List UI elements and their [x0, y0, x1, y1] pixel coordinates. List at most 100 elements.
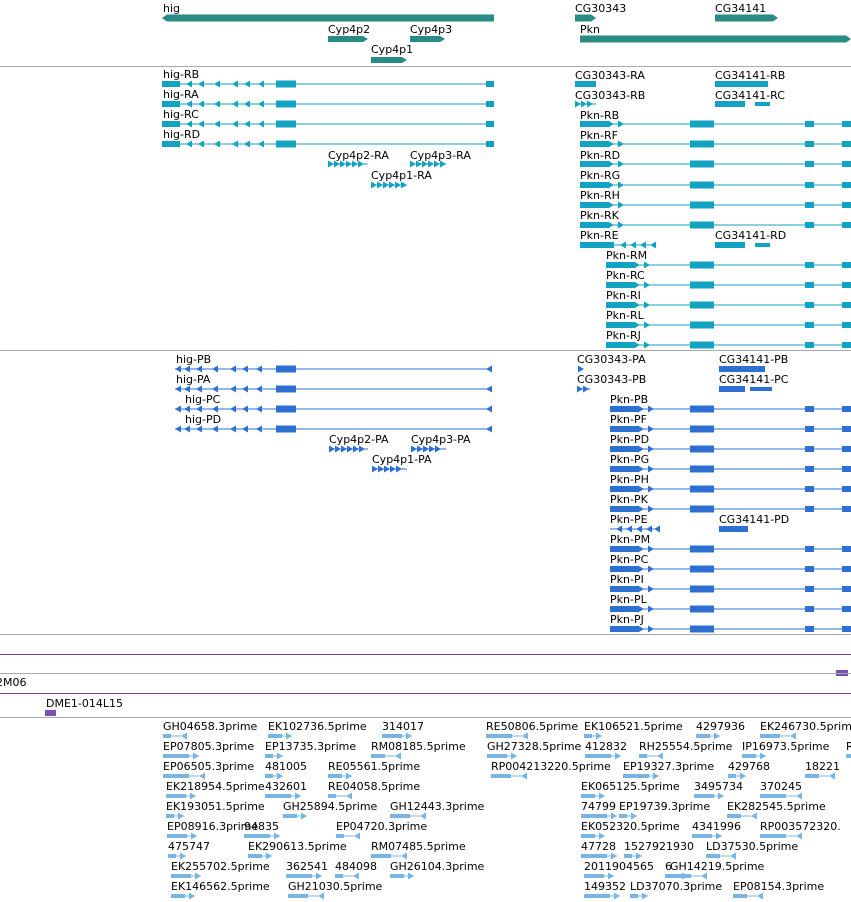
transcript-label[interactable]: Pkn-RB	[580, 109, 619, 122]
est-label[interactable]: GH26104.3prime	[390, 860, 484, 873]
est-label[interactable]: GH25894.5prime	[283, 800, 377, 813]
protein-label[interactable]: CG30343-PB	[577, 373, 646, 386]
est-label[interactable]: RM08185.5prime	[371, 740, 466, 753]
protein-label[interactable]: Cyp4p2-PA	[329, 433, 389, 446]
transcript-label[interactable]: hig-RD	[163, 128, 200, 141]
est-label[interactable]: EK255702.5prime	[171, 860, 270, 873]
transcript-label[interactable]: Pkn-RC	[606, 269, 645, 282]
transcript-label[interactable]: Pkn-RF	[580, 129, 618, 142]
protein-label[interactable]: Pkn-PL	[610, 593, 647, 606]
transcript-label[interactable]: Pkn-RG	[580, 169, 620, 182]
est-label[interactable]: 475747	[168, 840, 210, 853]
est-label[interactable]: LD37530.5prime	[706, 840, 798, 853]
gene-label[interactable]: Pkn	[580, 23, 600, 36]
protein-label[interactable]: hig-PA	[176, 373, 210, 386]
est-label[interactable]: GH04658.3prime	[163, 720, 257, 733]
est-label[interactable]: 3495734	[694, 780, 743, 793]
transcript-label[interactable]: CG34141-RB	[715, 69, 785, 82]
est-label[interactable]: 94835	[244, 820, 279, 833]
est-label[interactable]: 429768	[728, 760, 770, 773]
est-label[interactable]: GH27328.5prime	[487, 740, 581, 753]
clone-label[interactable]: DME1-014L15	[46, 697, 123, 710]
transcript-label[interactable]: Pkn-RD	[580, 149, 620, 162]
gene-label[interactable]: Cyp4p1	[371, 43, 413, 56]
protein-label[interactable]: Cyp4p3-PA	[411, 433, 471, 446]
transcript-label[interactable]: CG30343-RB	[575, 89, 645, 102]
protein-label[interactable]: Cyp4p1-PA	[372, 453, 432, 466]
protein-label[interactable]: CG34141-PC	[719, 373, 788, 386]
est-label[interactable]: RP003572320.	[760, 820, 841, 833]
protein-label[interactable]: CG34141-PB	[719, 353, 788, 366]
transcript-label[interactable]: Cyp4p2-RA	[328, 149, 389, 162]
protein-label[interactable]: Pkn-PB	[610, 393, 648, 406]
est-label[interactable]: 481005	[265, 760, 307, 773]
gene-label[interactable]: Cyp4p3	[410, 23, 452, 36]
est-label[interactable]: RM07485.5prime	[371, 840, 466, 853]
est-label[interactable]: EK065125.5prime	[581, 780, 680, 793]
protein-label[interactable]: hig-PC	[185, 393, 220, 406]
est-label[interactable]: 432601	[265, 780, 307, 793]
protein-label[interactable]: Pkn-PE	[610, 513, 648, 526]
gene-label[interactable]: Cyp4p2	[328, 23, 370, 36]
protein-label[interactable]: hig-PB	[176, 353, 211, 366]
est-label[interactable]: EK102736.5prime	[268, 720, 367, 733]
protein-label[interactable]: Pkn-PI	[610, 573, 644, 586]
transcript-label[interactable]: Pkn-RE	[580, 229, 619, 242]
transcript-label[interactable]: Cyp4p1-RA	[371, 169, 432, 182]
est-label[interactable]: 412832	[585, 740, 627, 753]
gene-label[interactable]: CG30343	[575, 2, 626, 15]
est-label[interactable]: 2011904565	[584, 860, 654, 873]
protein-label[interactable]: Pkn-PC	[610, 553, 648, 566]
transcript-label[interactable]: Pkn-RI	[606, 289, 641, 302]
protein-label[interactable]: Pkn-PM	[610, 533, 650, 546]
transcript-label[interactable]: Pkn-RK	[580, 209, 619, 222]
est-label[interactable]: 484098	[335, 860, 377, 873]
transcript-label[interactable]: Pkn-RH	[580, 189, 620, 202]
transcript-label[interactable]: hig-RC	[163, 108, 199, 121]
protein-label[interactable]: CG34141-PD	[719, 513, 789, 526]
est-label[interactable]: 4341996	[692, 820, 741, 833]
est-label[interactable]: EP19739.3prime	[619, 800, 710, 813]
est-label[interactable]: RH25554.5prime	[639, 740, 732, 753]
transcript-label[interactable]: Cyp4p3-RA	[410, 149, 471, 162]
est-label[interactable]: EP04720.3prime	[336, 820, 427, 833]
protein-label[interactable]: Pkn-PF	[610, 413, 647, 426]
est-label[interactable]: 1527921930	[624, 840, 694, 853]
est-label[interactable]: EK218954.5prime	[166, 780, 265, 793]
est-label[interactable]: EK193051.5prime	[166, 800, 265, 813]
est-label[interactable]: EK282545.5prime	[727, 800, 826, 813]
est-label[interactable]: EK146562.5prime	[171, 880, 270, 893]
est-label[interactable]: GH14219.5prime	[670, 860, 764, 873]
est-label[interactable]: EP19327.3prime	[623, 760, 714, 773]
est-label[interactable]: EP13735.3prime	[265, 740, 356, 753]
transcript-label[interactable]: Pkn-RJ	[606, 329, 641, 342]
protein-label[interactable]: Pkn-PG	[610, 453, 649, 466]
transcript-label[interactable]: CG34141-RC	[715, 89, 785, 102]
est-label[interactable]: EP07805.3prime	[163, 740, 254, 753]
protein-label[interactable]: hig-PD	[185, 413, 221, 426]
est-label[interactable]: EP08154.3prime	[733, 880, 824, 893]
est-label[interactable]: 370245	[760, 780, 802, 793]
protein-label[interactable]: CG30343-PA	[577, 353, 646, 366]
est-label[interactable]: EK052320.5prime	[581, 820, 680, 833]
transcript-label[interactable]: CG34141-RD	[715, 229, 786, 242]
est-label[interactable]: 4297936	[696, 720, 745, 733]
est-label[interactable]: GH12443.3prime	[390, 800, 484, 813]
est-label[interactable]: 74799	[581, 800, 616, 813]
transcript-label[interactable]: Pkn-RL	[606, 309, 644, 322]
est-label[interactable]: 47728	[581, 840, 616, 853]
protein-label[interactable]: Pkn-PJ	[610, 613, 644, 626]
est-label[interactable]: 362541	[286, 860, 328, 873]
est-label[interactable]: GH21030.5prime	[288, 880, 382, 893]
gene-label[interactable]: CG34141	[715, 2, 766, 15]
clone-label[interactable]: 2M06	[0, 676, 27, 689]
transcript-label[interactable]: hig-RA	[163, 88, 199, 101]
est-label[interactable]: LD37070.3prime	[630, 880, 722, 893]
est-label[interactable]: RE05561.5prime	[328, 760, 420, 773]
est-label[interactable]: IP16973.5prime	[742, 740, 829, 753]
est-label[interactable]: RE50806.5prime	[486, 720, 578, 733]
est-label[interactable]: 18221	[805, 760, 840, 773]
est-label[interactable]: 149352	[584, 880, 626, 893]
est-label[interactable]: 314017	[382, 720, 424, 733]
protein-label[interactable]: Pkn-PD	[610, 433, 649, 446]
